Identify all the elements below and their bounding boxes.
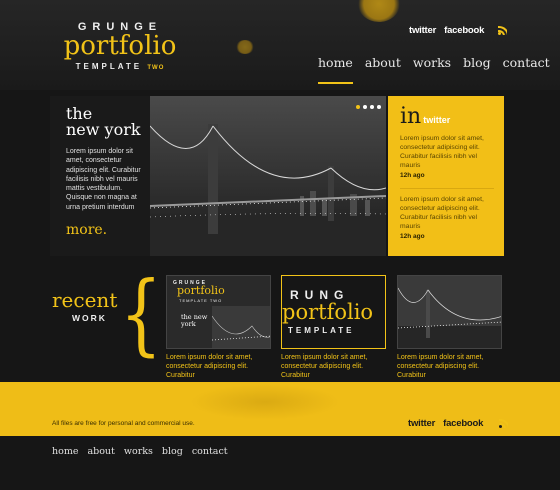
thumb-bridge-image [212, 306, 270, 348]
footer-nav-contact[interactable]: contact [192, 446, 228, 457]
footer-note: All files are free for personal and comm… [52, 420, 195, 427]
footer-social: twitter facebook [408, 418, 509, 429]
slider-dot[interactable] [363, 105, 367, 109]
facebook-link[interactable]: facebook [443, 418, 483, 429]
thumb-text: portfolio [282, 300, 374, 324]
slider-dot[interactable] [370, 105, 374, 109]
footer-nav-about[interactable]: about [87, 446, 114, 457]
thumb-text: the new york [181, 313, 208, 328]
twitter-feed: in twitter Lorem ipsum dolor sit amet, c… [388, 96, 504, 256]
footer-nav: home about works blog contact [52, 446, 228, 457]
work-thumbnail[interactable]: RUNG portfolio TEMPLATE [281, 275, 386, 349]
slider-dot[interactable] [356, 105, 360, 109]
hero-more-link[interactable]: more. [66, 222, 150, 238]
facebook-link[interactable]: facebook [444, 25, 484, 36]
slider-dots [356, 105, 381, 109]
twitter-link[interactable]: twitter [408, 418, 435, 429]
thumb-text: portfolio [177, 284, 225, 297]
tweet-time: 12h ago [400, 172, 425, 179]
hero-body: Lorem ipsum dolor sit amet, consectetur … [66, 148, 141, 211]
work-caption: Lorem ipsum dolor sit amet, consectetur … [166, 354, 253, 379]
nav-home[interactable]: home [318, 55, 353, 84]
twitter-logo: twitter [423, 115, 451, 125]
site-logo[interactable]: GRUNGE portfolio TEMPLATE TWO [50, 22, 190, 72]
work-thumbnail[interactable]: GRUNGE portfolio TEMPLATE TWO the new yo… [166, 275, 271, 349]
nav-about[interactable]: about [365, 55, 401, 70]
curly-brace-decoration: { [120, 262, 162, 365]
nav-blog[interactable]: blog [463, 55, 491, 70]
logo-template-text: TEMPLATE [75, 62, 143, 71]
slider-dot[interactable] [377, 105, 381, 109]
main-nav: home about works blog contact [318, 55, 550, 84]
tweet-divider [400, 188, 494, 189]
recent-heading-line1: recent [52, 288, 118, 312]
logo-portfolio-text: portfolio [63, 31, 177, 61]
grunge-splat [190, 384, 340, 420]
twitter-link[interactable]: twitter [409, 25, 436, 36]
twitter-in-label: in [400, 104, 422, 129]
nav-works[interactable]: works [413, 55, 451, 70]
logo-two-text: TWO [147, 65, 165, 71]
footer-nav-home[interactable]: home [52, 446, 78, 457]
tweet-text: Lorem ipsum dolor sit amet, consectetur … [400, 135, 484, 169]
tweet-text: Lorem ipsum dolor sit amet, consectetur … [400, 196, 484, 230]
thumb-text: TEMPLATE TWO [179, 298, 223, 303]
work-caption: Lorem ipsum dolor sit amet, consectetur … [397, 354, 484, 379]
hero-slider[interactable]: the new york Lorem ipsum dolor sit amet,… [50, 96, 386, 256]
twitter-feed-header: in twitter [400, 106, 494, 128]
hero-caption: the new york Lorem ipsum dolor sit amet,… [50, 96, 150, 256]
grunge-splat [236, 40, 254, 54]
hero-title-line2: new york [66, 120, 141, 139]
thumb-text: TEMPLATE [288, 326, 355, 335]
recent-work-heading: recent WORK [52, 290, 117, 323]
logo-template-line: TEMPLATE TWO [50, 62, 190, 71]
header-social: twitter facebook [409, 25, 508, 36]
footer-nav-blog[interactable]: blog [162, 446, 183, 457]
thumb-bridge-image [398, 276, 501, 348]
tweet-time: 12h ago [400, 233, 425, 240]
bridge-photo [150, 96, 386, 256]
footer-nav-works[interactable]: works [124, 446, 153, 457]
recent-heading-line2: WORK [72, 313, 107, 323]
nav-contact[interactable]: contact [503, 55, 550, 70]
rss-icon[interactable] [498, 26, 508, 35]
work-caption: Lorem ipsum dolor sit amet, consectetur … [281, 354, 368, 379]
rss-icon[interactable] [499, 419, 509, 428]
work-thumbnail[interactable] [397, 275, 502, 349]
